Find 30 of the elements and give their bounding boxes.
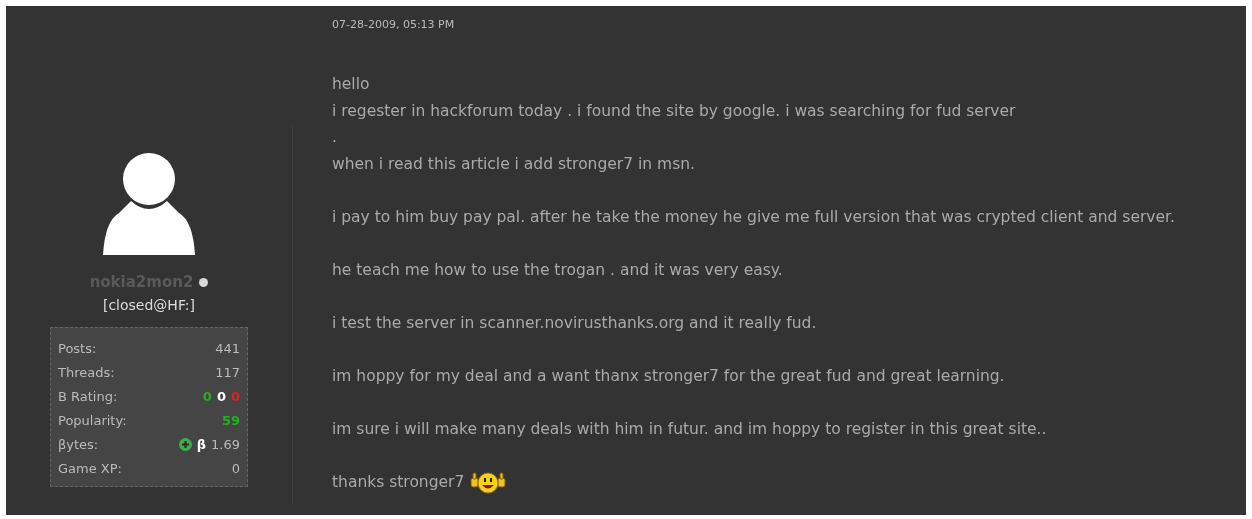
post-text: im sure i will make many deals with him in futur. and im hoppy to register in this great site.. [332,419,1047,438]
stat-value: 441 [215,340,240,356]
stat-value: 117 [215,364,240,380]
bytes-symbol: β [196,436,207,452]
post-text: . [332,128,337,147]
rating-value: 0 [216,388,226,404]
plus-icon[interactable] [178,437,192,451]
post-text: i test the server in scanner.novirusthanks.org and it really fud. [332,313,817,332]
stat-value: 1.69 [211,436,240,452]
rating-value: 0 [230,388,240,404]
stat-label: Threads: [58,364,115,380]
post-date: 07-28-2009, 05:13 PM [332,18,456,31]
stat-value: 0 [231,460,240,476]
stat-label: Posts: [58,340,97,356]
stat-label: Game XP: [58,460,122,476]
post-text: i regester in hackforum today . i found the site by google. i was searching for fud server [332,101,1016,120]
status-dot-icon [199,277,209,287]
user-title: [closed@HF:] [102,297,196,313]
post-text: hello [332,75,370,94]
post-text: thanks stronger7 [332,472,465,491]
avatar-silhouette-icon [101,151,197,255]
rating-value: 0 [202,388,212,404]
post-text: i pay to him buy pay pal. after he take the money he give me full version that was crypted client and server. [332,207,1175,226]
stat-value: 59 [221,412,240,428]
stat-label: B Rating: [58,388,118,404]
stat-label: βytes: [58,436,99,452]
stat-label: Popularity: [58,412,127,428]
post-text: when i read this article i add stronger7 in msn. [332,154,695,173]
post-text: im hoppy for my deal and a want thanx stronger7 for the great fud and great learning. [332,366,1005,385]
post-text: he teach me how to use the trogan . and it was very easy. [332,260,783,279]
